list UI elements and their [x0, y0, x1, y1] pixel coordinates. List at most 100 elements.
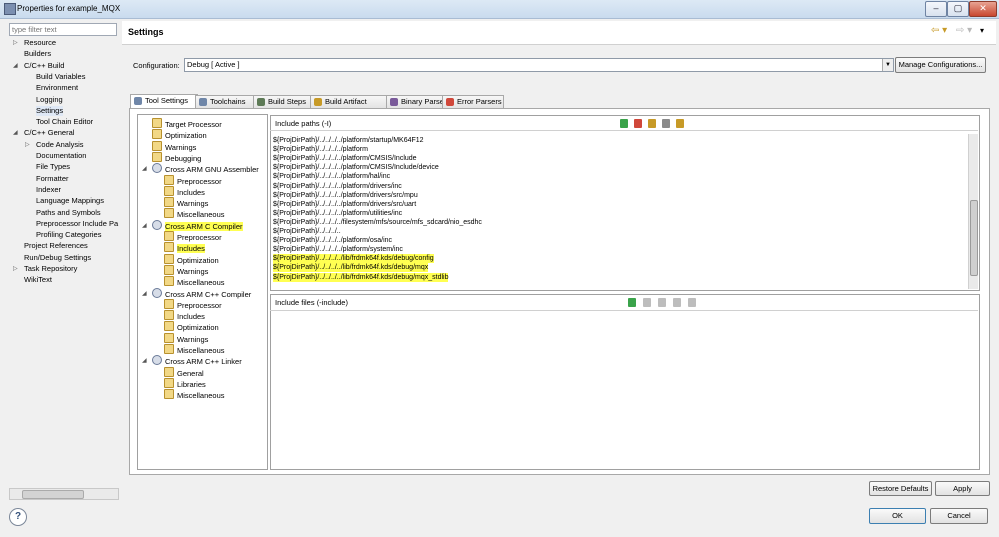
tool-setting-item[interactable]: General	[164, 366, 204, 379]
include-path-item[interactable]: ${ProjDirPath}/../../../../lib/frdmk64f.…	[273, 263, 429, 273]
nav-item[interactable]: Resource	[24, 38, 56, 48]
cancel-button[interactable]: Cancel	[930, 508, 988, 524]
nav-item[interactable]: Paths and Symbols	[36, 208, 101, 218]
tool-group[interactable]: ◢ Cross ARM C++ Linker	[142, 355, 242, 367]
maximize-button[interactable]: ▢	[947, 1, 969, 17]
move-down-icon[interactable]	[676, 119, 684, 128]
tab-error-parsers[interactable]: Error Parsers	[442, 95, 504, 108]
include-path-item[interactable]: ${ProjDirPath}/../../../../filesystem/mf…	[273, 218, 482, 227]
scrollbar-thumb[interactable]	[22, 490, 84, 499]
include-paths-scrollbar[interactable]	[968, 134, 978, 289]
tab-toolchains[interactable]: Toolchains	[195, 95, 257, 108]
delete-path-icon[interactable]	[634, 119, 642, 128]
nav-item[interactable]: WikiText	[24, 275, 52, 285]
tool-setting-item[interactable]: Warnings	[164, 264, 208, 277]
edit-path-icon[interactable]	[648, 119, 656, 128]
tool-setting-item[interactable]: Includes	[164, 242, 205, 254]
include-path-item[interactable]: ${ProjDirPath}/../../../../lib/frdmk64f.…	[273, 254, 434, 264]
tab-build-artifact[interactable]: Build Artifact	[310, 95, 390, 108]
nav-item[interactable]: Build Variables	[36, 72, 85, 82]
tool-setting-item[interactable]: Preprocessor	[164, 231, 222, 243]
include-path-item[interactable]: ${ProjDirPath}/../../../../platform/star…	[273, 136, 424, 145]
restore-defaults-button[interactable]: Restore Defaults	[869, 481, 932, 496]
nav-item[interactable]: Formatter	[36, 174, 69, 184]
forward-icon[interactable]: ⇨ ▾	[956, 25, 972, 36]
tool-setting-item[interactable]: Includes	[164, 185, 205, 198]
include-path-item[interactable]: ${ProjDirPath}/../../../../platform/driv…	[273, 182, 402, 191]
include-path-item[interactable]: ${ProjDirPath}/../../../../platform/driv…	[273, 191, 418, 200]
view-menu-icon[interactable]: ▾	[980, 26, 984, 35]
collapse-arrow-icon[interactable]: ◢	[13, 62, 18, 69]
nav-item[interactable]: Task Repository	[24, 264, 77, 274]
delete-file-icon[interactable]	[643, 298, 651, 307]
expand-arrow-icon[interactable]: ▷	[13, 39, 18, 46]
include-path-item[interactable]: ${ProjDirPath}/../../../../platform/CMSI…	[273, 154, 417, 163]
include-path-item[interactable]: ${ProjDirPath}/../../../../platform/CMSI…	[273, 163, 439, 172]
nav-item[interactable]: Run/Debug Settings	[24, 253, 91, 263]
scrollbar-thumb[interactable]	[970, 200, 978, 276]
nav-item[interactable]: Indexer	[36, 185, 61, 195]
nav-item[interactable]: Builders	[24, 49, 51, 59]
tool-setting-item[interactable]: Warnings	[164, 197, 208, 209]
collapse-arrow-icon[interactable]: ◢	[142, 356, 147, 366]
move-up-icon[interactable]	[662, 119, 670, 128]
nav-horizontal-scrollbar[interactable]	[9, 488, 119, 500]
tool-setting-item[interactable]: Preprocessor	[164, 174, 222, 187]
nav-item[interactable]: Code Analysis	[36, 140, 84, 150]
tool-setting-item[interactable]: Miscellaneous	[164, 276, 225, 288]
apply-button[interactable]: Apply	[935, 481, 990, 496]
edit-file-icon[interactable]	[658, 298, 666, 307]
tool-group[interactable]: ◢ Cross ARM C Compiler	[142, 219, 243, 232]
include-path-item[interactable]: ${ProjDirPath}/../../../../platform/syst…	[273, 245, 403, 254]
nav-item[interactable]: File Types	[36, 162, 70, 172]
chevron-down-icon[interactable]: ▼	[882, 59, 893, 71]
tool-setting-item[interactable]: Miscellaneous	[164, 208, 225, 220]
close-button[interactable]: ✕	[969, 1, 997, 17]
tool-setting-item[interactable]: Libraries	[164, 377, 206, 390]
collapse-arrow-icon[interactable]: ◢	[142, 164, 147, 174]
tool-setting-item[interactable]: Miscellaneous	[164, 389, 225, 401]
nav-item[interactable]: Documentation	[36, 151, 86, 161]
tool-setting-item[interactable]: Preprocessor	[164, 298, 222, 311]
tool-group[interactable]: ◢ Cross ARM C++ Compiler	[142, 287, 251, 300]
tool-setting-item[interactable]: Warnings	[164, 332, 208, 345]
nav-item[interactable]: Settings	[36, 105, 64, 116]
expand-arrow-icon[interactable]: ▷	[13, 265, 18, 272]
tool-setting-item[interactable]: Optimization	[164, 253, 219, 266]
tool-setting-item[interactable]: Warnings	[152, 140, 196, 153]
move-down-icon[interactable]	[688, 298, 696, 307]
tool-setting-item[interactable]: Optimization	[164, 321, 219, 333]
expand-arrow-icon[interactable]: ▷	[25, 141, 30, 148]
minimize-button[interactable]: –	[925, 1, 947, 17]
include-path-item[interactable]: ${ProjDirPath}/../../../../lib/frdmk64f.…	[273, 272, 449, 282]
include-path-item[interactable]: ${ProjDirPath}/../../../../platform/util…	[273, 209, 402, 218]
nav-item[interactable]: Environment	[36, 83, 78, 93]
add-path-icon[interactable]	[620, 119, 628, 128]
tool-setting-item[interactable]: Optimization	[152, 129, 207, 141]
tool-setting-item[interactable]: Debugging	[152, 151, 201, 164]
configuration-select[interactable]: Debug [ Active ] ▼	[184, 58, 894, 72]
collapse-arrow-icon[interactable]: ◢	[142, 289, 147, 299]
filter-input[interactable]: type filter text	[9, 23, 117, 36]
add-file-icon[interactable]	[628, 298, 636, 307]
nav-item[interactable]: C/C++ Build	[24, 61, 64, 71]
include-path-item[interactable]: ${ProjDirPath}/../../../..	[273, 227, 341, 236]
tool-group[interactable]: ◢ Cross ARM GNU Assembler	[142, 163, 259, 175]
tab-tool-settings[interactable]: Tool Settings	[130, 94, 198, 108]
help-icon[interactable]: ?	[9, 508, 27, 526]
nav-item[interactable]: Logging	[36, 95, 63, 105]
nav-item[interactable]: Language Mappings	[36, 196, 104, 206]
ok-button[interactable]: OK	[869, 508, 926, 524]
include-path-item[interactable]: ${ProjDirPath}/../../../../platform	[273, 145, 368, 154]
include-path-item[interactable]: ${ProjDirPath}/../../../../platform/hal/…	[273, 172, 390, 181]
tool-setting-item[interactable]: Miscellaneous	[164, 344, 225, 356]
nav-item[interactable]: Profiling Categories	[36, 230, 101, 240]
back-icon[interactable]: ⇦ ▾	[931, 25, 947, 36]
tool-setting-item[interactable]: Includes	[164, 310, 205, 322]
nav-item[interactable]: C/C++ General	[24, 128, 74, 138]
tab-binary-parsers[interactable]: Binary Parsers	[386, 95, 450, 108]
include-path-item[interactable]: ${ProjDirPath}/../../../../platform/driv…	[273, 200, 416, 209]
nav-item[interactable]: Tool Chain Editor	[36, 117, 93, 127]
include-path-item[interactable]: ${ProjDirPath}/../../../../platform/osa/…	[273, 236, 392, 245]
tool-setting-item[interactable]: Target Processor	[152, 118, 222, 130]
